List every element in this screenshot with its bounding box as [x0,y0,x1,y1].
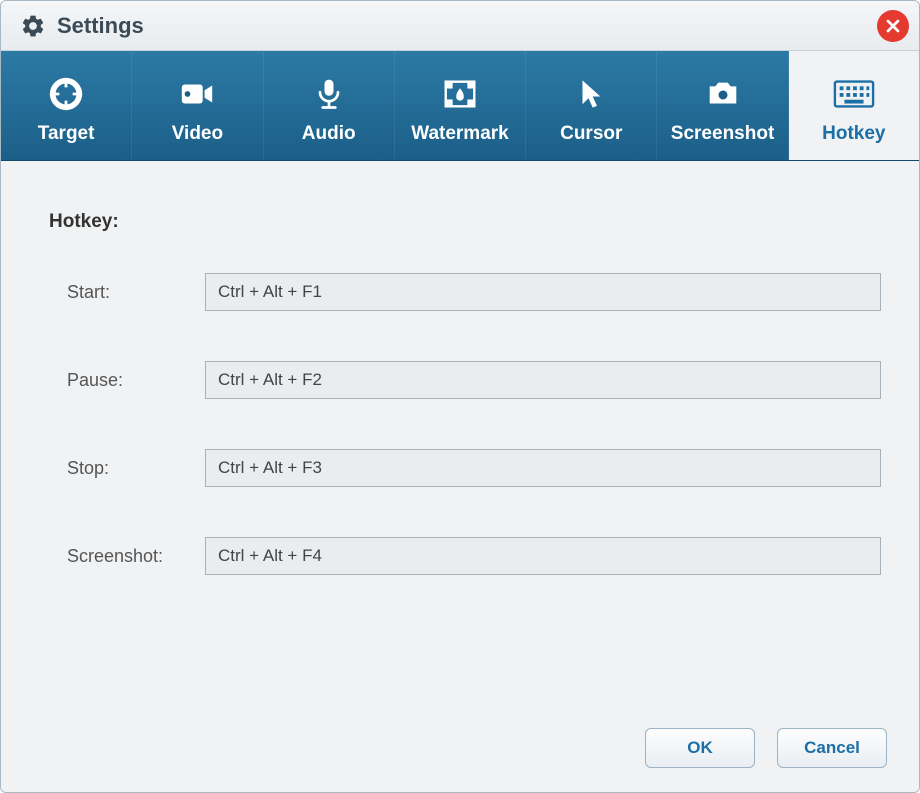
footer: OK Cancel [1,712,919,792]
tab-video[interactable]: Video [132,51,263,160]
tab-label: Hotkey [822,123,885,145]
tab-watermark[interactable]: Watermark [395,51,526,160]
input-pause-hotkey[interactable] [205,361,881,399]
watermark-icon [439,73,481,115]
label-start: Start: [67,282,205,303]
input-screenshot-hotkey[interactable] [205,537,881,575]
camera-icon [702,73,744,115]
tab-cursor[interactable]: Cursor [526,51,657,160]
field-row-stop: Stop: [67,449,881,487]
panel-hotkey: Hotkey: Start: Pause: Stop: Screenshot: [1,161,919,712]
keyboard-icon [833,73,875,115]
tab-label: Screenshot [671,123,774,145]
window-title: Settings [57,13,877,39]
field-row-pause: Pause: [67,361,881,399]
input-start-hotkey[interactable] [205,273,881,311]
input-stop-hotkey[interactable] [205,449,881,487]
tabbar: Target Video Audio [1,51,919,161]
field-row-screenshot: Screenshot: [67,537,881,575]
microphone-icon [308,73,350,115]
video-icon [176,73,218,115]
tab-hotkey[interactable]: Hotkey [789,51,919,160]
tab-target[interactable]: Target [1,51,132,160]
tab-label: Watermark [411,123,509,145]
label-pause: Pause: [67,370,205,391]
tab-label: Target [38,123,95,145]
titlebar: Settings [1,1,919,51]
tab-audio[interactable]: Audio [264,51,395,160]
target-icon [45,73,87,115]
label-screenshot: Screenshot: [67,546,205,567]
tab-label: Video [172,123,223,145]
label-stop: Stop: [67,458,205,479]
cancel-button[interactable]: Cancel [777,728,887,768]
section-heading: Hotkey: [49,211,881,233]
gear-icon [19,12,47,40]
cursor-icon [570,73,612,115]
close-icon [883,16,903,36]
close-button[interactable] [877,10,909,42]
tab-label: Cursor [560,123,622,145]
settings-window: Settings Target [0,0,920,793]
tab-screenshot[interactable]: Screenshot [657,51,788,160]
field-row-start: Start: [67,273,881,311]
tab-label: Audio [302,123,356,145]
ok-button[interactable]: OK [645,728,755,768]
